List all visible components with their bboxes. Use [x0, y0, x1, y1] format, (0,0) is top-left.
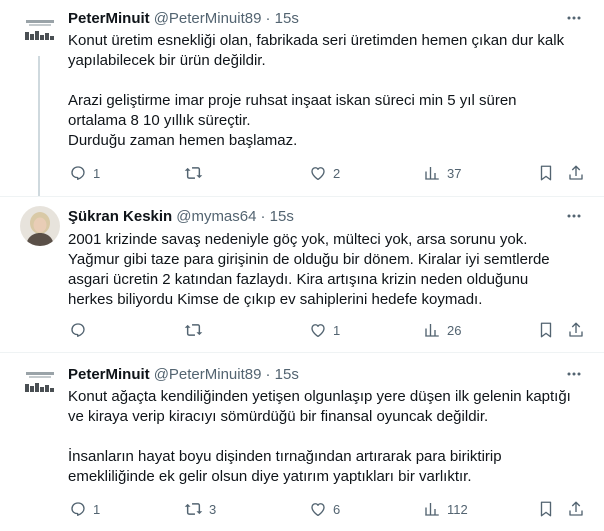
- tweet-actions: 1 26: [60, 315, 590, 345]
- bookmark-button[interactable]: [536, 315, 555, 345]
- retweet-button[interactable]: 3: [184, 494, 216, 524]
- bookmark-button[interactable]: [536, 494, 555, 524]
- avatar-image: [20, 364, 60, 404]
- views-icon: [422, 500, 441, 519]
- avatar[interactable]: [20, 206, 60, 246]
- more-options-button[interactable]: [564, 206, 584, 226]
- avatar-image: [20, 206, 60, 246]
- tweet-header: Şükran Keskin @mymas64 · 15s: [68, 206, 294, 226]
- views-icon: [422, 164, 441, 183]
- display-name[interactable]: PeterMinuit: [68, 366, 150, 383]
- bookmark-button[interactable]: [536, 158, 555, 188]
- share-icon: [566, 164, 585, 183]
- share-icon: [566, 321, 585, 340]
- retweet-icon: [184, 164, 203, 183]
- more-icon: [567, 16, 581, 20]
- tweet-line: Yağmur gibi taze para girişinin de olduğ…: [68, 251, 550, 268]
- reply-button[interactable]: 1: [68, 158, 100, 188]
- tweet-line: Arazi geliştirme imar proje ruhsat inşaa…: [68, 92, 517, 109]
- tweet[interactable]: PeterMinuit @PeterMinuit89 · 15s Konut ü…: [0, 0, 604, 196]
- like-button[interactable]: 6: [308, 494, 340, 524]
- tweet-header: PeterMinuit @PeterMinuit89 · 15s: [68, 364, 299, 384]
- reply-icon: [68, 500, 87, 519]
- display-name[interactable]: PeterMinuit: [68, 10, 150, 27]
- like-count: 2: [333, 165, 341, 181]
- views-icon: [422, 321, 441, 340]
- heart-icon: [308, 500, 327, 519]
- share-button[interactable]: [566, 494, 585, 524]
- timestamp[interactable]: · 15s: [260, 208, 293, 225]
- like-count: 1: [333, 322, 341, 338]
- views-button[interactable]: 26: [422, 315, 461, 345]
- retweet-count: 3: [209, 501, 217, 517]
- share-button[interactable]: [566, 315, 585, 345]
- like-button[interactable]: 1: [308, 315, 340, 345]
- share-button[interactable]: [566, 158, 585, 188]
- avatar[interactable]: [20, 12, 60, 52]
- tweet[interactable]: PeterMinuit @PeterMinuit89 · 15s Konut a…: [0, 352, 604, 531]
- tweet-line: yapılabilecek bir ürün değildir.: [68, 52, 266, 69]
- avatar[interactable]: [20, 364, 60, 404]
- retweet-icon: [184, 500, 203, 519]
- retweet-button[interactable]: [184, 158, 209, 188]
- retweet-icon: [184, 321, 203, 340]
- tweet-line: İnsanların hayat boyu dişinden tırnağınd…: [68, 448, 502, 465]
- tweet-line: Konut üretim esnekliği olan, fabrikada s…: [68, 32, 565, 49]
- user-handle[interactable]: @PeterMinuit89: [154, 10, 262, 27]
- tweet-line: 2001 krizinde savaş nedeniyle göç yok, m…: [68, 231, 528, 248]
- timestamp[interactable]: · 15s: [265, 10, 298, 27]
- reply-count: 1: [93, 501, 101, 517]
- views-button[interactable]: 37: [422, 158, 461, 188]
- display-name[interactable]: Şükran Keskin: [68, 208, 172, 225]
- user-handle[interactable]: @PeterMinuit89: [154, 366, 262, 383]
- tweet-line: ve kiraya verip kiracıyı sömürdüğü bir f…: [68, 408, 489, 425]
- thread-line: [38, 56, 40, 196]
- tweet-line: asgari ücretin 2 katından fazlaydı. Kira…: [68, 271, 529, 288]
- reply-icon: [68, 164, 87, 183]
- tweet-header: PeterMinuit @PeterMinuit89 · 15s: [68, 8, 299, 28]
- tweet-text: 2001 krizinde savaş nedeniyle göç yok, m…: [68, 230, 588, 310]
- heart-icon: [308, 164, 327, 183]
- bookmark-icon: [536, 321, 555, 340]
- tweet-actions: 1 3 6 112: [60, 494, 590, 524]
- tweet-line: ortalama 8 10 yıllık süreçtir.: [68, 112, 251, 129]
- tweet-text: Konut üretim esnekliği olan, fabrikada s…: [68, 31, 588, 151]
- retweet-button[interactable]: [184, 315, 209, 345]
- reply-button[interactable]: [68, 315, 93, 345]
- share-icon: [566, 500, 585, 519]
- view-count: 37: [447, 165, 462, 181]
- view-count: 26: [447, 322, 462, 338]
- more-options-button[interactable]: [564, 364, 584, 384]
- view-count: 112: [447, 501, 468, 517]
- tweet[interactable]: Şükran Keskin @mymas64 · 15s 2001 krizin…: [0, 196, 604, 352]
- reply-button[interactable]: 1: [68, 494, 100, 524]
- tweet-line: Durduğu zaman hemen başlamaz.: [68, 132, 298, 149]
- views-button[interactable]: 112: [422, 494, 468, 524]
- timestamp[interactable]: · 15s: [265, 366, 298, 383]
- bookmark-icon: [536, 500, 555, 519]
- tweet-line: Konut ağaçta kendiliğinden yetişen olgun…: [68, 388, 571, 405]
- reply-icon: [68, 321, 87, 340]
- more-icon: [567, 214, 581, 218]
- like-button[interactable]: 2: [308, 158, 340, 188]
- user-handle[interactable]: @mymas64: [176, 208, 256, 225]
- heart-icon: [308, 321, 327, 340]
- reply-count: 1: [93, 165, 101, 181]
- more-options-button[interactable]: [564, 8, 584, 28]
- like-count: 6: [333, 501, 341, 517]
- tweet-line: emekliliğinde ek gelir olsun diye yatırı…: [68, 468, 472, 485]
- tweet-text: Konut ağaçta kendiliğinden yetişen olgun…: [68, 387, 588, 487]
- tweet-actions: 1 2 37: [60, 158, 590, 188]
- tweet-line: herkes biliyordu Kimse de çıkıp ev sahip…: [68, 291, 483, 308]
- bookmark-icon: [536, 164, 555, 183]
- avatar-image: [20, 12, 60, 52]
- more-icon: [567, 372, 581, 376]
